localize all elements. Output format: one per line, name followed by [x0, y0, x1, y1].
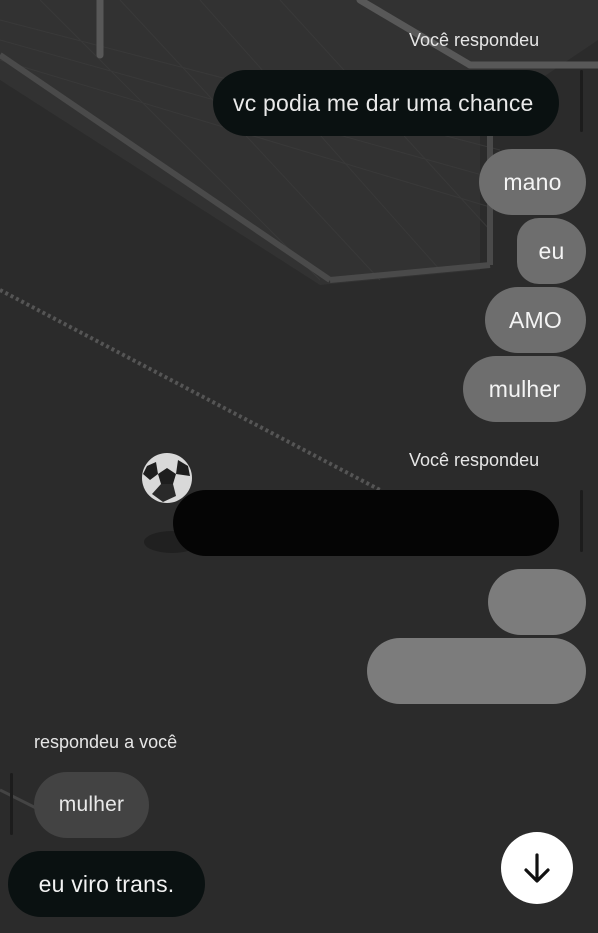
- outgoing-message-redacted[interactable]: [367, 638, 586, 704]
- reply-label: respondeu a você: [34, 732, 178, 752]
- message-text: mulher: [488, 375, 561, 402]
- soccer-ball-icon: [142, 453, 192, 503]
- message-text: AMO: [509, 306, 562, 333]
- incoming-message[interactable]: eu viro trans.: [8, 851, 205, 917]
- arrow-down-icon: [524, 853, 550, 883]
- reply-label: Você respondeu: [409, 30, 540, 50]
- message-text: eu: [538, 237, 565, 264]
- message-text: eu viro trans.: [38, 870, 175, 897]
- reply-label: Você respondeu: [409, 450, 540, 470]
- outgoing-message-redacted[interactable]: [488, 569, 586, 635]
- reply-indicator-bar: [580, 70, 583, 132]
- quoted-message[interactable]: vc podia me dar uma chance: [213, 70, 559, 136]
- outgoing-message[interactable]: mano: [479, 149, 586, 215]
- quoted-message-redacted[interactable]: [173, 490, 559, 556]
- quoted-message-text: vc podia me dar uma chance: [233, 89, 534, 116]
- reply-indicator-bar: [10, 773, 13, 835]
- quoted-message-text: mulher: [58, 793, 125, 816]
- scroll-to-bottom-button[interactable]: [501, 832, 573, 904]
- outgoing-message[interactable]: mulher: [463, 356, 586, 422]
- incoming-quoted-message[interactable]: mulher: [34, 772, 149, 838]
- outgoing-message[interactable]: AMO: [485, 287, 586, 353]
- message-text: mano: [503, 168, 562, 195]
- outgoing-message[interactable]: eu: [517, 218, 586, 284]
- reply-indicator-bar: [580, 490, 583, 552]
